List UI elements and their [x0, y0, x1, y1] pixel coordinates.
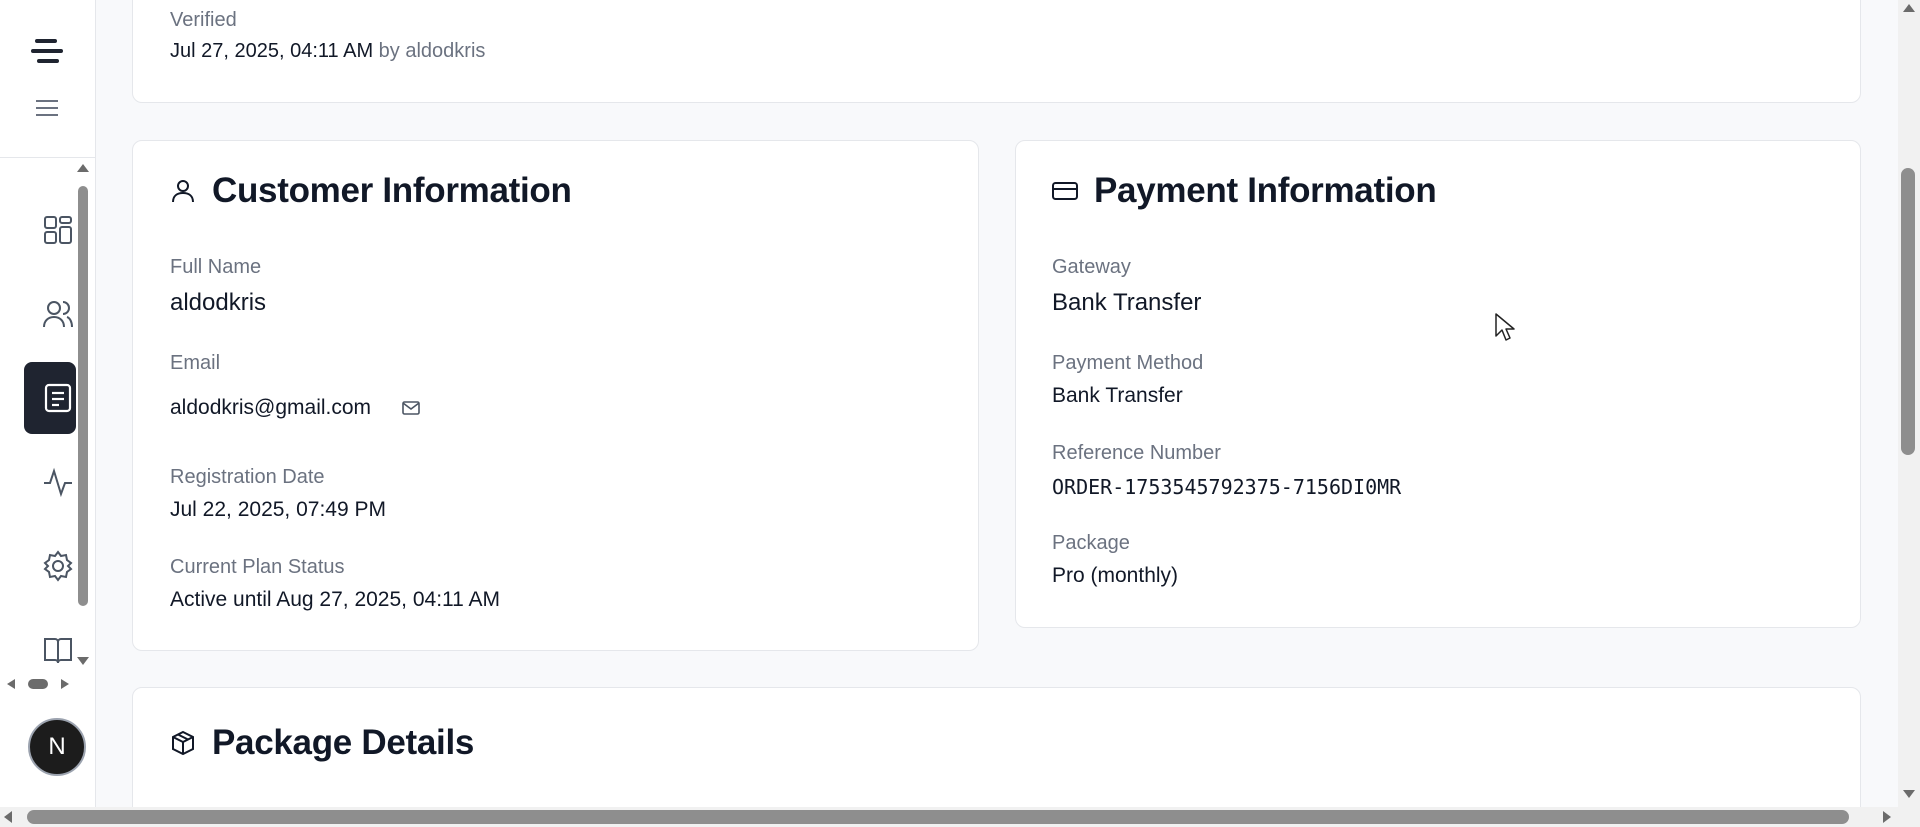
logo-icon[interactable]	[29, 36, 65, 66]
package-details-title: Package Details	[170, 723, 474, 763]
plan-status-value: Active until Aug 27, 2025, 04:11 AM	[170, 588, 501, 611]
scroll-up-arrow-icon[interactable]	[76, 163, 90, 173]
nav-item-docs[interactable]	[24, 614, 76, 666]
menu-icon[interactable]	[32, 96, 62, 120]
package-value: Pro (monthly)	[1052, 564, 1179, 587]
dashboard-icon	[44, 216, 72, 244]
gateway-value: Bank Transfer	[1052, 289, 1202, 316]
payment-information-card: Payment Information Gateway Bank Transfe…	[1015, 140, 1861, 628]
registration-date-value: Jul 22, 2025, 07:49 PM	[170, 498, 386, 521]
verified-value: Jul 27, 2025, 04:11 AM by aldodkris	[170, 40, 485, 63]
page-scroll-down-icon[interactable]	[1902, 789, 1916, 799]
nav-item-activity[interactable]	[24, 446, 76, 518]
nav-item-settings[interactable]	[24, 530, 76, 602]
page-horizontal-scrollbar-thumb[interactable]	[27, 810, 1849, 824]
full-name-value: aldodkris	[170, 289, 267, 316]
nav-item-dashboard[interactable]	[24, 194, 76, 266]
verification-card: Verified Jul 27, 2025, 04:11 AM by aldod…	[132, 0, 1861, 103]
mail-icon[interactable]	[402, 401, 420, 415]
package-details-card: Package Details	[132, 687, 1861, 827]
reference-number-label: Reference Number	[1052, 442, 1221, 464]
reference-number-value: ORDER-1753545792375-7156DI0MR	[1052, 475, 1402, 499]
gateway-label: Gateway	[1052, 256, 1131, 278]
page-scroll-right-icon[interactable]	[1882, 810, 1892, 824]
plan-status-label: Current Plan Status	[170, 556, 345, 578]
package-icon	[172, 730, 194, 756]
mouse-cursor-icon	[1495, 313, 1515, 341]
package-label: Package	[1052, 532, 1130, 554]
payment-card-title: Payment Information	[1052, 171, 1437, 211]
sidebar: N	[0, 0, 96, 807]
verified-date: Jul 27, 2025, 04:11 AM	[170, 40, 374, 62]
avatar-initial: N	[48, 733, 66, 760]
customer-information-card: Customer Information Full Name aldodkris…	[132, 140, 979, 651]
activity-icon	[44, 467, 72, 498]
verified-by: by aldodkris	[378, 40, 486, 62]
credit-card-icon	[1052, 182, 1078, 200]
sidebar-divider	[0, 157, 96, 158]
verified-label: Verified	[170, 9, 237, 31]
users-icon	[43, 301, 73, 328]
payment-method-value: Bank Transfer	[1052, 384, 1183, 407]
avatar[interactable]: N	[28, 718, 86, 776]
sidebar-horizontal-scrollbar[interactable]	[6, 677, 70, 691]
scroll-down-arrow-icon[interactable]	[76, 656, 90, 666]
page-scroll-up-icon[interactable]	[1902, 3, 1916, 13]
customer-title-text: Customer Information	[212, 171, 572, 210]
nav-item-users[interactable]	[24, 278, 76, 350]
package-details-title-text: Package Details	[212, 723, 475, 762]
email-label: Email	[170, 352, 221, 374]
user-icon	[172, 180, 194, 203]
email-value: aldodkris@gmail.com	[170, 396, 372, 419]
page-scroll-left-icon[interactable]	[3, 810, 13, 824]
nav-item-orders[interactable]	[24, 362, 76, 434]
payment-method-label: Payment Method	[1052, 352, 1204, 374]
full-name-label: Full Name	[170, 256, 262, 278]
sidebar-scrollbar-thumb[interactable]	[78, 186, 88, 606]
page-vertical-scrollbar-thumb[interactable]	[1901, 168, 1915, 455]
email-row: aldodkris@gmail.com	[170, 396, 420, 420]
customer-card-title: Customer Information	[170, 171, 572, 211]
payment-title-text: Payment Information	[1094, 171, 1437, 210]
receipt-icon	[44, 383, 72, 413]
registration-date-label: Registration Date	[170, 466, 325, 488]
book-icon	[44, 638, 72, 664]
settings-icon	[43, 550, 73, 582]
